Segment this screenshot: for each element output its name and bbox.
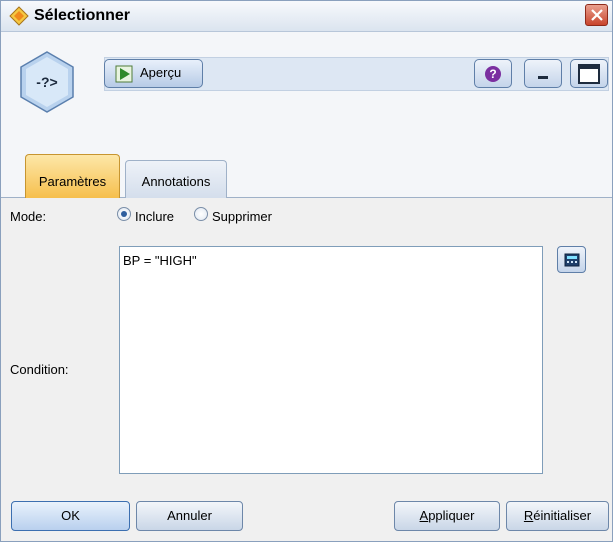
apply-label: ppliquer (428, 508, 475, 523)
help-button[interactable]: ? (474, 59, 512, 88)
mode-label: Mode: (10, 209, 47, 224)
window-title: Sélectionner (34, 7, 131, 24)
maximize-icon (578, 63, 600, 84)
toolbar: -?> Aperçu ? (1, 32, 612, 152)
minimize-icon (538, 75, 548, 79)
close-button[interactable] (585, 4, 608, 26)
reset-label: éinitialiser (533, 508, 592, 523)
select-dialog: Sélectionner -?> Aperçu ? Paramètres Ann… (0, 0, 613, 542)
cancel-button[interactable]: Annuler (136, 501, 243, 531)
mode-discard-radio[interactable] (194, 207, 208, 221)
node-icon-text: -?> (36, 74, 57, 90)
ok-button[interactable]: OK (11, 501, 130, 531)
condition-label: Condition: (10, 362, 69, 377)
mode-include-label[interactable]: Inclure (135, 209, 174, 224)
condition-text: BP = "HIGH" (123, 253, 197, 268)
svg-text:?: ? (489, 67, 496, 81)
tab-label: Paramètres (38, 174, 107, 189)
tab-parametres[interactable]: Paramètres (25, 154, 120, 198)
preview-button[interactable]: Aperçu (104, 59, 203, 88)
select-node-diamond-icon (9, 6, 29, 26)
reset-mnemonic: R (523, 508, 534, 523)
tab-label: Annotations (141, 174, 211, 189)
expression-builder-icon (564, 253, 580, 267)
tabs-bar: Paramètres Annotations (1, 152, 612, 198)
apply-button[interactable]: Appliquer (394, 501, 500, 531)
mode-discard-label[interactable]: Supprimer (212, 209, 272, 224)
expression-builder-button[interactable] (557, 246, 586, 273)
select-node-icon: -?> (20, 51, 74, 113)
maximize-button[interactable] (570, 59, 608, 88)
tab-annotations[interactable]: Annotations (125, 160, 227, 198)
mode-include-radio[interactable] (117, 207, 131, 221)
condition-textarea[interactable]: BP = "HIGH" (119, 246, 543, 474)
reset-button[interactable]: Réinitialiser (506, 501, 609, 531)
apply-mnemonic: A (419, 508, 429, 523)
title-bar[interactable]: Sélectionner (1, 1, 612, 32)
button-bar: OK Annuler Appliquer Réinitialiser (1, 477, 612, 541)
preview-label: Aperçu (140, 65, 182, 80)
preview-play-icon (115, 65, 133, 83)
settings-panel: Mode: Inclure Supprimer Condition: BP = … (1, 198, 612, 477)
minimize-button[interactable] (524, 59, 562, 88)
close-x-icon (591, 9, 603, 21)
help-question-icon: ? (485, 65, 501, 82)
